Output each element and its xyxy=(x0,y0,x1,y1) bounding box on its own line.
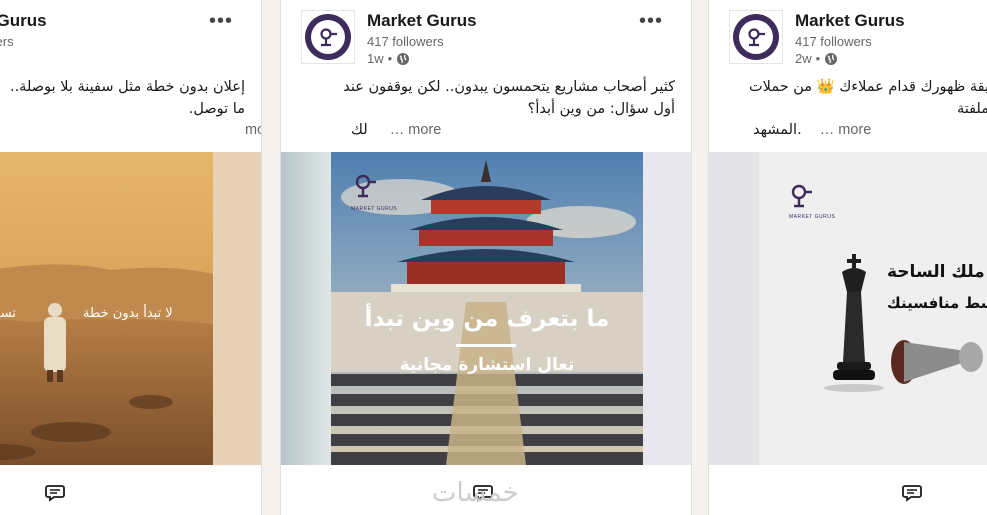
post-image[interactable]: لا تبدأ بدون خطة تسـ xyxy=(0,152,261,465)
see-more-link[interactable]: more xyxy=(408,122,441,138)
post-text-line: ما توصل. xyxy=(188,101,245,117)
image-brand: MARKET GURUS xyxy=(789,214,836,220)
author-name[interactable]: Market Gurus xyxy=(795,11,905,31)
post-header: Market Gurus 417 followers ••• xyxy=(0,10,243,66)
image-subtitle: وسط منافسينك xyxy=(887,294,987,312)
post-meta: 2w • xyxy=(795,51,838,66)
image-caption: لا تبدأ بدون خطة xyxy=(83,306,173,321)
post-text: يقة ظهورك قدام عملاءك 👑 من حملات ملفتة xyxy=(709,76,987,120)
author-name[interactable]: Market Gurus xyxy=(367,11,477,31)
follower-count: 417 followers xyxy=(367,34,444,49)
post-card: Market Gurus 417 followers ••• إعلان بدو… xyxy=(0,0,262,515)
market-gurus-logo[interactable] xyxy=(301,10,355,64)
post-header: Market Gurus 417 followers 2w • xyxy=(729,10,987,66)
comment-icon[interactable] xyxy=(902,484,922,502)
globe-icon xyxy=(397,52,410,65)
post-time: 1w xyxy=(367,51,384,66)
see-more-link[interactable]: more xyxy=(245,122,261,138)
post-text-line: كثير أصحاب مشاريع يتحمسون يبدون.. لكن يو… xyxy=(343,79,675,95)
post-image[interactable]: MARKET GURUS ملك الساحة وسط منافسينك xyxy=(709,152,987,465)
follower-count: 417 followers xyxy=(0,34,14,49)
post-time: 2w xyxy=(795,51,812,66)
post-text-tail: المشهد. xyxy=(753,122,802,138)
post-card: Market Gurus 417 followers 2w • يقة ظهور… xyxy=(708,0,987,515)
see-more-row: لك … more xyxy=(351,122,441,138)
post-meta: 1w • xyxy=(367,51,410,66)
image-title: ما بتعرف من وين تبدأ xyxy=(364,306,610,332)
site-watermark: خمسات xyxy=(432,478,519,508)
post-text-line: يقة ظهورك قدام عملاءك 👑 من حملات xyxy=(749,79,987,95)
post-text: إعلان بدون خطة مثل سفينة بلا بوصلة.. ما … xyxy=(0,76,245,120)
ellipsis: … xyxy=(389,122,405,138)
post-text-line: إعلان بدون خطة مثل سفينة بلا بوصلة.. xyxy=(9,79,245,95)
image-title: ملك الساحة xyxy=(887,262,985,282)
comment-icon[interactable] xyxy=(45,484,65,502)
see-more-link[interactable]: more xyxy=(838,122,871,138)
post-text-line: أول سؤال: من وين أبدأ؟ xyxy=(527,101,675,117)
image-caption: تسـ xyxy=(0,306,17,321)
follower-count: 417 followers xyxy=(795,34,872,49)
author-name[interactable]: Market Gurus xyxy=(0,11,47,31)
more-options-icon[interactable]: ••• xyxy=(639,10,663,33)
image-subtitle: تعال استشارة مجانية xyxy=(399,355,575,375)
ellipsis: … xyxy=(819,122,835,138)
image-brand: MARKET GURUS xyxy=(351,206,398,212)
post-card: Market Gurus 417 followers 1w • ••• كثير… xyxy=(280,0,692,515)
post-text: كثير أصحاب مشاريع يتحمسون يبدون.. لكن يو… xyxy=(301,76,675,120)
post-text-line: ملفتة xyxy=(956,101,987,117)
see-more-row: المشهد. … more xyxy=(753,122,871,138)
market-gurus-logo[interactable] xyxy=(729,10,783,64)
post-text-tail: لك xyxy=(351,122,368,138)
post-header: Market Gurus 417 followers 1w • ••• xyxy=(301,10,673,66)
more-options-icon[interactable]: ••• xyxy=(209,10,233,33)
post-image[interactable]: MARKET GURUS ما بتعرف من وين تبدأ تعال ا… xyxy=(281,152,691,465)
feed-carousel: Market Gurus 417 followers ••• إعلان بدو… xyxy=(0,0,987,515)
globe-icon xyxy=(825,52,838,65)
